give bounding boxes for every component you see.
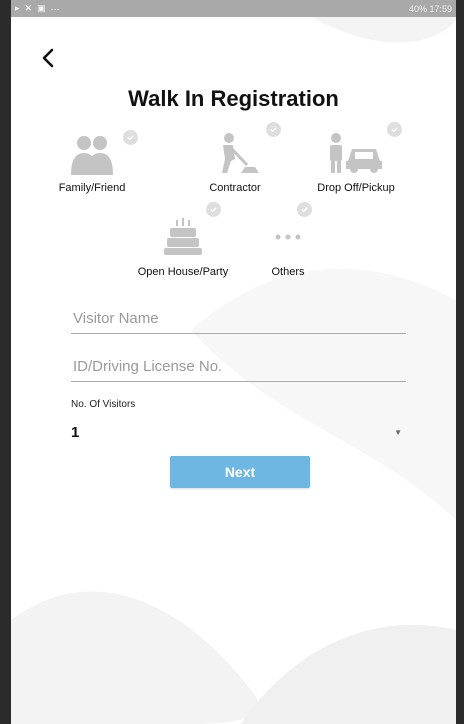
visitor-type-label: Open House/Party xyxy=(137,266,229,278)
id-license-input[interactable] xyxy=(71,358,406,381)
more-dots-icon xyxy=(275,234,301,240)
chevron-left-icon xyxy=(42,48,54,68)
visitors-count-value: 1 xyxy=(71,423,80,441)
visitors-count-label: No. Of Visitors xyxy=(71,399,136,410)
checkmark-icon xyxy=(266,122,281,137)
visitor-type-contractor[interactable]: Contractor xyxy=(175,122,295,194)
next-button[interactable]: Next xyxy=(170,456,310,488)
visitor-type-drop-off-pickup[interactable]: Drop Off/Pickup xyxy=(296,122,416,194)
checkmark-icon xyxy=(297,202,312,217)
visitor-name-field xyxy=(71,310,406,334)
status-bar: ▸ ✕ ▣ ··· 40% 17:59 xyxy=(11,0,456,17)
dropdown-caret-icon: ▼ xyxy=(394,427,402,437)
close-x-icon: ✕ xyxy=(24,3,33,13)
app-screen: ▸ ✕ ▣ ··· 40% 17:59 Walk In Registration xyxy=(11,0,456,724)
visitor-type-open-house-party[interactable]: Open House/Party xyxy=(123,202,243,278)
family-icon xyxy=(71,136,113,175)
checkmark-icon xyxy=(123,130,138,145)
play-icon: ▸ xyxy=(15,3,20,13)
visitor-name-input[interactable] xyxy=(71,310,406,333)
visitor-type-label: Drop Off/Pickup xyxy=(317,182,395,194)
status-left-icons: ▸ ✕ ▣ ··· xyxy=(15,3,60,14)
party-cake-icon xyxy=(164,218,202,255)
checkmark-icon xyxy=(206,202,221,217)
visitors-count-select[interactable]: 1 ▼ xyxy=(71,420,406,444)
image-icon: ▣ xyxy=(37,3,46,13)
id-license-field xyxy=(71,358,406,382)
visitor-type-label: Contractor xyxy=(209,182,261,194)
visitor-type-others[interactable]: Others xyxy=(228,202,348,278)
checkmark-icon xyxy=(387,122,402,137)
visitor-type-label: Others xyxy=(271,266,305,278)
more-dots-icon: ··· xyxy=(50,3,60,14)
contractor-icon xyxy=(222,133,259,173)
drop-off-pickup-icon xyxy=(330,133,382,173)
visitor-type-family-friend[interactable]: Family/Friend xyxy=(32,128,152,194)
page-title: Walk In Registration xyxy=(128,86,339,111)
back-button[interactable] xyxy=(35,45,61,71)
status-battery-time: 40% 17:59 xyxy=(408,3,452,14)
visitor-type-label: Family/Friend xyxy=(58,182,126,194)
